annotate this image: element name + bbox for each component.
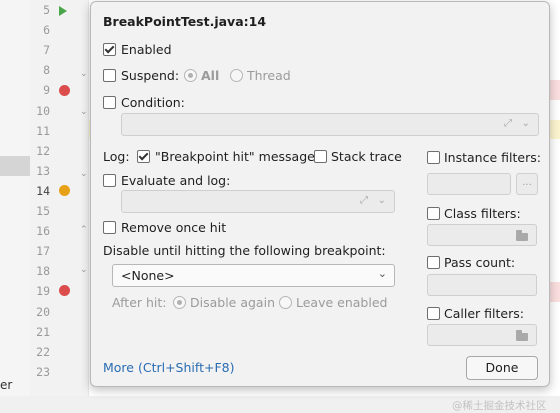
after-hit-label: After hit:: [112, 295, 167, 310]
suspend-all-radio[interactable]: [184, 69, 197, 82]
pass-count-checkbox[interactable]: [427, 256, 440, 269]
line-number: 7: [43, 43, 50, 58]
folder-icon[interactable]: [516, 330, 528, 341]
fold-icon[interactable]: ⌃: [80, 226, 88, 235]
instance-filters-label: Instance filters:: [444, 150, 541, 165]
suspend-thread-radio[interactable]: [230, 69, 243, 82]
breakpoint-popup: BreakPointTest.java:14 Enabled Suspend: …: [90, 1, 550, 387]
line-number: 13: [36, 163, 50, 178]
log-label: Log:: [103, 149, 130, 164]
pass-count-label: Pass count:: [444, 255, 516, 270]
line-number: 18: [36, 264, 50, 279]
disable-until-label: Disable until hitting the following brea…: [103, 243, 386, 258]
breakpoint-icon[interactable]: [59, 185, 70, 196]
caller-filters-label: Caller filters:: [444, 306, 524, 321]
class-filters-label: Class filters:: [444, 206, 521, 221]
leave-enabled-label: Leave enabled: [296, 295, 388, 310]
run-icon[interactable]: [59, 6, 67, 16]
expand-icon[interactable]: ⤢: [360, 195, 368, 206]
instance-filters-checkbox[interactable]: [427, 151, 440, 164]
disable-again-radio[interactable]: [173, 296, 186, 309]
fold-icon[interactable]: ⌄: [80, 170, 88, 179]
project-panel-text: er: [0, 378, 13, 392]
enabled-label: Enabled: [121, 42, 172, 57]
breakpoint-hit-checkbox[interactable]: [137, 150, 150, 163]
expand-icon[interactable]: ⤢: [504, 118, 512, 129]
line-number: 22: [36, 344, 50, 359]
enabled-checkbox[interactable]: [103, 43, 116, 56]
evaluate-log-label: Evaluate and log:: [121, 173, 231, 188]
pass-count-input[interactable]: [427, 274, 537, 296]
line-number: 21: [36, 324, 50, 339]
suspend-label: Suspend:: [121, 68, 180, 83]
stack-trace-checkbox[interactable]: [314, 150, 327, 163]
fold-icon[interactable]: ⌄: [80, 70, 88, 79]
line-number: 15: [36, 204, 50, 218]
watermark-text: @稀土掘金技术社区: [452, 400, 547, 412]
breakpoint-hit-label: "Breakpoint hit" message: [155, 149, 315, 164]
stack-trace-label: Stack trace: [331, 149, 402, 164]
suspend-all-label: All: [201, 68, 220, 83]
disable-until-select[interactable]: <None> ⌄: [112, 264, 395, 287]
caller-filters-checkbox[interactable]: [427, 307, 440, 320]
line-number: 6: [43, 23, 50, 38]
condition-input[interactable]: ⤢ ⌄: [121, 113, 539, 136]
line-number: 8: [43, 63, 50, 78]
chevron-down-icon[interactable]: ⌄: [378, 267, 387, 280]
line-number: 10: [36, 103, 50, 118]
popup-title: BreakPointTest.java:14: [103, 14, 267, 29]
project-panel: [0, 0, 31, 413]
chevron-down-icon[interactable]: ⌄: [378, 195, 386, 206]
chevron-down-icon[interactable]: ⌄: [522, 118, 530, 129]
line-number: 11: [36, 123, 50, 138]
breakpoint-icon[interactable]: [59, 285, 70, 296]
folder-icon[interactable]: [516, 230, 528, 241]
suspend-thread-label: Thread: [247, 68, 291, 83]
line-number: 19: [36, 284, 50, 299]
suspend-checkbox[interactable]: [103, 69, 116, 82]
fold-icon[interactable]: ⌄: [80, 266, 88, 275]
line-number: 9: [43, 83, 50, 98]
remove-once-hit-label: Remove once hit: [121, 220, 227, 235]
line-number: 17: [36, 244, 50, 259]
line-number: 14: [36, 183, 50, 198]
class-filters-checkbox[interactable]: [427, 207, 440, 220]
caller-filters-input[interactable]: [427, 324, 537, 346]
remove-once-hit-checkbox[interactable]: [103, 221, 116, 234]
breakpoint-icon[interactable]: [59, 85, 70, 96]
line-number: 16: [36, 224, 50, 239]
disable-again-label: Disable again: [190, 295, 275, 310]
done-button[interactable]: Done: [466, 356, 538, 380]
instance-filters-input[interactable]: [427, 173, 511, 195]
line-number: 20: [36, 304, 50, 319]
more-link[interactable]: More (Ctrl+Shift+F8): [103, 360, 234, 375]
line-number: 5: [43, 3, 50, 17]
evaluate-log-checkbox[interactable]: [103, 174, 116, 187]
line-number: 12: [36, 143, 50, 158]
class-filters-input[interactable]: [427, 224, 537, 246]
fold-icon[interactable]: ⌄: [80, 108, 88, 117]
line-number: 23: [36, 364, 50, 379]
evaluate-log-input[interactable]: ⤢ ⌄: [121, 190, 395, 213]
project-selected-row[interactable]: [0, 156, 30, 176]
leave-enabled-radio[interactable]: [279, 296, 292, 309]
instance-filters-browse-button[interactable]: ...: [516, 173, 538, 195]
disable-until-value: <None>: [121, 268, 175, 283]
condition-label: Condition:: [121, 95, 185, 110]
condition-checkbox[interactable]: [103, 96, 116, 109]
